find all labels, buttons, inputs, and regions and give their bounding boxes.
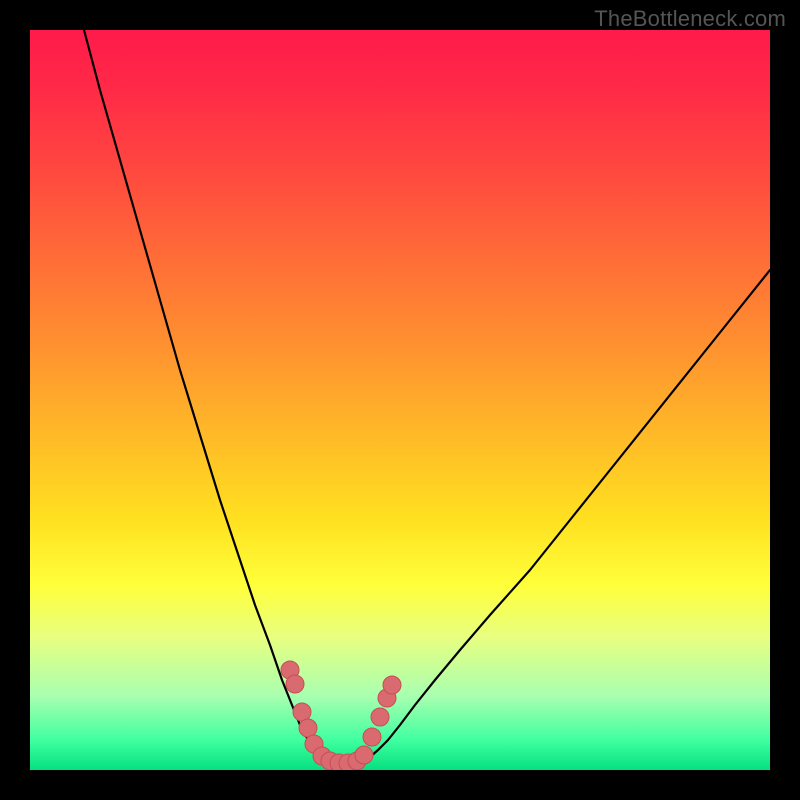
highlight-dot <box>355 746 373 764</box>
highlight-dot <box>293 703 311 721</box>
highlight-dot <box>286 675 304 693</box>
highlight-dot <box>299 719 317 737</box>
series-left-curve <box>84 30 322 760</box>
plot-area <box>30 30 770 770</box>
chart-svg <box>30 30 770 770</box>
highlight-dot <box>371 708 389 726</box>
watermark-text: TheBottleneck.com <box>594 6 786 32</box>
highlight-dot <box>363 728 381 746</box>
curve-layer <box>84 30 770 762</box>
series-right-curve <box>364 270 770 762</box>
chart-frame: TheBottleneck.com <box>0 0 800 800</box>
highlight-dot <box>383 676 401 694</box>
dots-layer <box>281 661 401 770</box>
